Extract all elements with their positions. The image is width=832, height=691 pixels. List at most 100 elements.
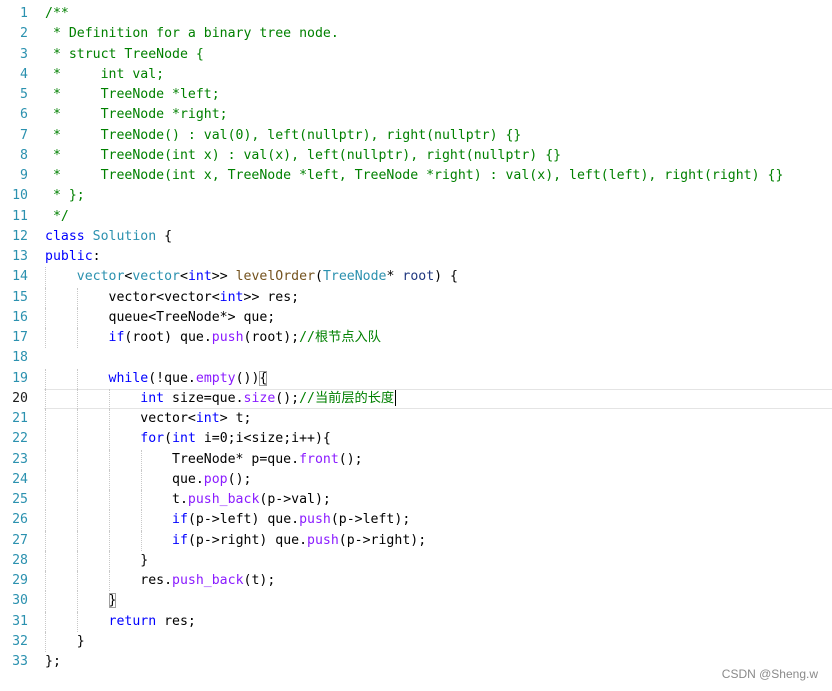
code-token: (p->right); (338, 532, 427, 548)
code-line[interactable]: 28 } (0, 550, 832, 571)
code-line[interactable]: 18 (0, 348, 832, 368)
code-text[interactable]: */ (45, 207, 69, 227)
line-number: 11 (12, 208, 28, 224)
indent-guide (140, 449, 142, 470)
code-text[interactable]: * }; (45, 186, 85, 206)
code-line[interactable]: 9 * TreeNode(int x, TreeNode *left, Tree… (0, 166, 832, 186)
code-text[interactable]: } (45, 550, 148, 571)
code-line[interactable]: 32 } (0, 631, 832, 652)
code-token: int (140, 390, 165, 406)
code-line[interactable]: 17 if(root) que.push(root);//根节点入队 (0, 328, 832, 349)
code-text[interactable]: for(int i=0;i<size;i++){ (45, 429, 331, 450)
code-line[interactable]: 8 * TreeNode(int x) : val(x), left(nullp… (0, 146, 832, 166)
code-line[interactable]: 4 * int val; (0, 65, 832, 85)
code-line[interactable]: 20 int size=que.size();//当前层的长度 (12, 388, 832, 409)
code-line[interactable]: 22 for(int i=0;i<size;i++){ (0, 429, 832, 450)
code-lines[interactable]: 1 /** 2 * Definition for a binary tree nod… (0, 4, 832, 672)
code-text[interactable]: * TreeNode *left; (45, 85, 220, 105)
code-line[interactable]: 31 return res; (0, 611, 832, 632)
code-text[interactable]: vector<vector<int>> res; (45, 287, 300, 308)
code-line[interactable]: 6 * TreeNode *right; (0, 105, 832, 125)
indent-guide (140, 490, 142, 511)
indent-guide (108, 388, 110, 409)
indent-guide (76, 510, 78, 531)
code-text[interactable]: * Definition for a binary tree node. (45, 24, 339, 44)
line-number: 20 (12, 390, 28, 406)
code-line[interactable]: 1 /** (0, 4, 832, 24)
code-token: size (243, 390, 276, 406)
code-line[interactable]: 13 public: (0, 247, 832, 267)
code-text[interactable]: } (45, 591, 117, 612)
code-line[interactable]: 33}; (0, 652, 832, 672)
code-line[interactable]: 16 queue<TreeNode*> que; (0, 307, 832, 328)
code-text[interactable]: while(!que.empty()){ (45, 368, 268, 389)
indent-guide (45, 550, 46, 571)
code-text[interactable]: * TreeNode(int x, TreeNode *left, TreeNo… (45, 166, 783, 186)
code-token: queue<TreeNode*> que; (45, 309, 276, 325)
code-token: (p->left); (330, 512, 411, 528)
code-token: >> res; (243, 289, 300, 305)
code-line[interactable]: 23 TreeNode* p=que.front(); (0, 449, 832, 470)
code-line[interactable]: 21 vector<int> t; (0, 409, 832, 430)
code-line[interactable]: 11 */ (0, 207, 832, 227)
indent-guide (140, 469, 142, 490)
code-text[interactable]: }; (45, 652, 61, 672)
code-token: * TreeNode *right; (45, 107, 228, 123)
indent-guide (45, 368, 46, 389)
line-number: 30 (12, 593, 28, 609)
code-text[interactable]: res.push_back(t); (45, 571, 275, 592)
code-text[interactable]: } (45, 631, 85, 652)
code-text[interactable]: if(p->right) que.push(p->right); (45, 530, 427, 551)
code-token: i=0;i<size;i++){ (195, 431, 331, 447)
code-token: < (180, 269, 188, 285)
code-text[interactable]: vector<vector<int>> levelOrder(TreeNode*… (45, 267, 458, 288)
code-token: }; (45, 654, 61, 669)
code-line[interactable]: 19 while(!que.empty()){ (0, 368, 832, 389)
code-text[interactable]: class Solution { (45, 227, 172, 247)
code-line[interactable]: 5 * TreeNode *left; (0, 85, 832, 105)
code-text[interactable]: que.pop(); (45, 469, 251, 490)
code-line[interactable]: 30 } (0, 591, 832, 612)
line-number: 22 (12, 431, 28, 447)
code-text[interactable]: * struct TreeNode { (45, 45, 204, 65)
code-line[interactable]: 27 if(p->right) que.push(p->right); (0, 530, 832, 551)
code-line[interactable]: 2 * Definition for a binary tree node. (0, 24, 832, 44)
code-token: return (108, 613, 157, 629)
code-editor[interactable]: 1 /** 2 * Definition for a binary tree nod… (0, 0, 832, 691)
code-text[interactable]: if(root) que.push(root);//根节点入队 (45, 328, 381, 349)
code-text[interactable]: if(p->left) que.push(p->left); (45, 510, 411, 531)
code-line[interactable]: 24 que.pop(); (0, 469, 832, 490)
indent-guide (108, 409, 110, 430)
code-line[interactable]: 7 * TreeNode() : val(0), left(nullptr), … (0, 126, 832, 146)
code-line[interactable]: 10 * }; (0, 186, 832, 206)
code-text[interactable]: vector<int> t; (45, 409, 251, 430)
code-text[interactable]: queue<TreeNode*> que; (45, 307, 276, 328)
code-text[interactable]: public: (45, 247, 101, 267)
code-token: ( (164, 431, 173, 447)
line-number: 5 (20, 87, 28, 102)
code-line[interactable]: 15 vector<vector<int>> res; (0, 287, 832, 308)
code-text[interactable]: * int val; (45, 65, 164, 85)
indent-guide (76, 429, 78, 450)
code-line[interactable]: 12 class Solution { (0, 227, 832, 247)
code-text[interactable]: t.push_back(p->val); (45, 490, 331, 511)
code-line[interactable]: 29 res.push_back(t); (0, 571, 832, 592)
code-line[interactable]: 3 * struct TreeNode { (0, 45, 832, 65)
code-text[interactable]: return res; (45, 611, 196, 632)
code-token: t. (45, 492, 188, 507)
code-text[interactable]: * TreeNode() : val(0), left(nullptr), ri… (45, 126, 521, 146)
code-text[interactable]: * TreeNode(int x) : val(x), left(nullptr… (45, 146, 561, 166)
indent-guide (45, 409, 46, 430)
matched-brace: { (259, 370, 268, 386)
code-text[interactable]: TreeNode* p=que.front(); (45, 449, 363, 470)
code-text[interactable]: * TreeNode *right; (45, 105, 228, 125)
code-line[interactable]: 25 t.push_back(p->val); (0, 490, 832, 511)
code-text[interactable]: int size=que.size();//当前层的长度 (45, 388, 397, 409)
code-token: que. (45, 471, 204, 487)
code-text[interactable]: /** (45, 4, 69, 24)
code-line[interactable]: 26 if(p->left) que.push(p->left); (0, 510, 832, 531)
code-token: if (108, 330, 125, 345)
code-line[interactable]: 14 vector<vector<int>> levelOrder(TreeNo… (0, 267, 832, 288)
code-token: (p->left) que. (187, 512, 300, 528)
